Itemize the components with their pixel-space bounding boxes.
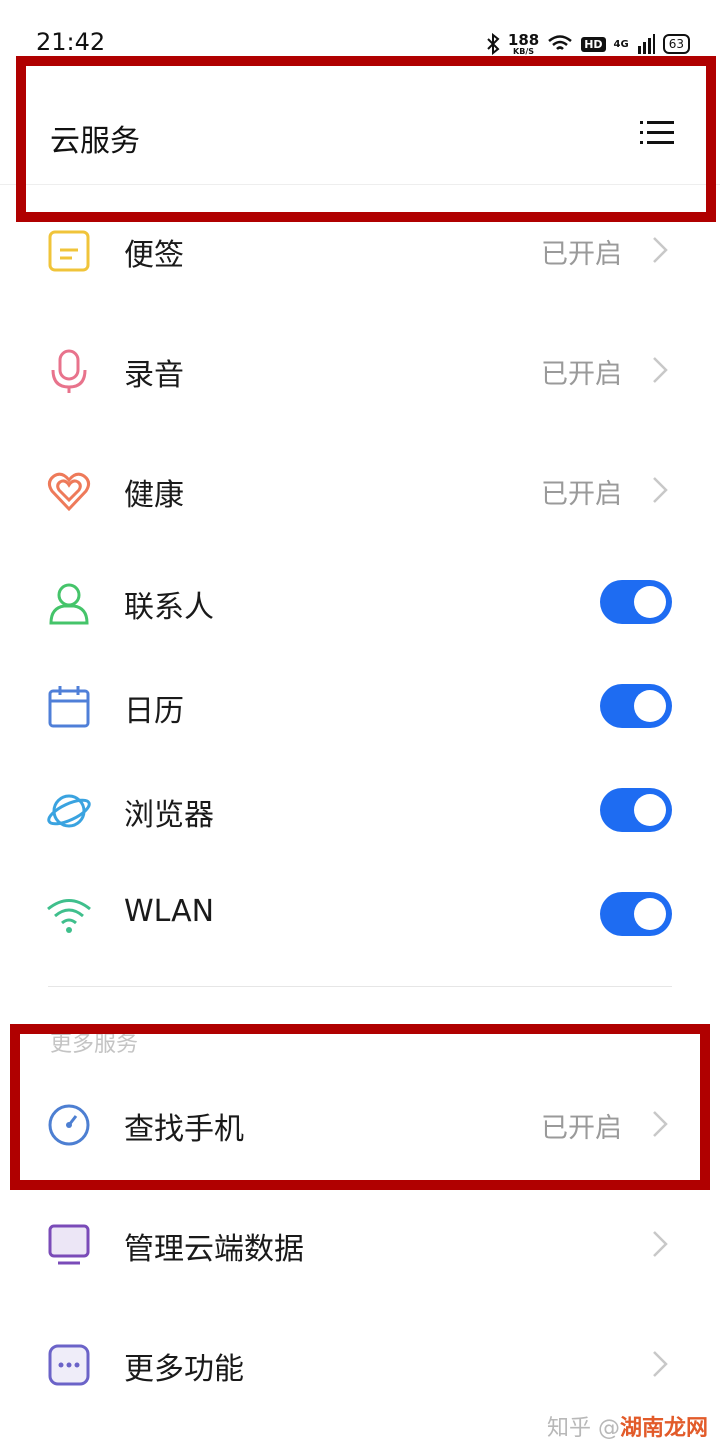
watermark: 知乎 @湖南龙网 (547, 1410, 708, 1442)
chevron-right-icon (653, 1351, 668, 1377)
calendar-sync-toggle[interactable] (600, 684, 672, 728)
network-speed: 188 KB/S (507, 30, 540, 56)
sync-item-status: 已开启 (541, 239, 622, 270)
sync-item-recording[interactable]: 录音 已开启 (0, 318, 720, 422)
sync-item-label: 浏览器 (124, 798, 214, 833)
more-item-label: 管理云端数据 (124, 1232, 304, 1267)
browser-sync-toggle[interactable] (600, 788, 672, 832)
app-header: 云服务 (0, 60, 720, 185)
find-phone-icon (48, 1104, 90, 1146)
section-divider (48, 986, 672, 987)
wifi-icon (47, 899, 91, 933)
heart-icon (47, 472, 91, 512)
toggle-knob (634, 794, 666, 826)
wifi-status-icon (548, 35, 572, 50)
sync-item-browser: 浏览器 (0, 758, 720, 862)
more-item-label: 查找手机 (124, 1112, 244, 1147)
page-title: 云服务 (50, 124, 140, 159)
contact-icon (49, 583, 89, 625)
toggle-knob (634, 586, 666, 618)
notes-icon (48, 230, 90, 272)
battery-indicator: 63 (662, 34, 690, 54)
status-bar: 21:42 188 KB/S HD 4G 63 (0, 0, 720, 60)
status-time: 21:42 (36, 28, 106, 56)
contacts-sync-toggle[interactable] (600, 580, 672, 624)
more-dots-icon (48, 1344, 90, 1386)
chevron-right-icon (653, 1231, 668, 1257)
chevron-right-icon (653, 1111, 668, 1137)
sync-item-label: WLAN (124, 894, 215, 929)
sync-item-calendar: 日历 (0, 654, 720, 758)
calendar-icon (48, 686, 90, 728)
list-menu-icon[interactable] (640, 116, 674, 150)
chevron-right-icon (653, 477, 668, 503)
sync-item-status: 已开启 (541, 359, 622, 390)
more-item-manage-cloud-data[interactable]: 管理云端数据 (0, 1192, 720, 1296)
hd-badge: HD (581, 36, 606, 52)
sync-item-label: 日历 (124, 694, 184, 729)
sync-item-label: 录音 (124, 358, 184, 393)
more-item-status: 已开启 (541, 1113, 622, 1144)
sync-item-health[interactable]: 健康 已开启 (0, 438, 720, 542)
chevron-right-icon (653, 357, 668, 383)
chevron-right-icon (653, 237, 668, 263)
more-item-label: 更多功能 (124, 1352, 244, 1387)
more-item-find-phone[interactable]: 查找手机 已开启 (0, 1072, 720, 1176)
signal-strength-icon (637, 34, 655, 54)
toggle-knob (634, 898, 666, 930)
signal-4g-label: 4G (613, 38, 629, 50)
monitor-icon (48, 1224, 90, 1265)
sync-item-contacts: 联系人 (0, 550, 720, 654)
microphone-icon (51, 349, 87, 393)
sync-item-label: 联系人 (124, 590, 214, 625)
status-icons: 188 KB/S HD 4G 63 (486, 28, 690, 60)
network-speed-value: 188 (507, 30, 540, 49)
toggle-knob (634, 690, 666, 722)
network-speed-unit: KB/S (513, 46, 535, 56)
sync-item-wlan: WLAN (0, 862, 720, 966)
watermark-prefix: 知乎 @ (546, 1416, 620, 1441)
sync-item-notes[interactable]: 便签 已开启 (0, 198, 720, 302)
browser-planet-icon (47, 794, 91, 828)
section-title-more-services: 更多服务 (50, 1032, 139, 1057)
more-item-more-features[interactable]: 更多功能 (0, 1312, 720, 1416)
bluetooth-icon (487, 33, 500, 55)
sync-item-label: 便签 (124, 238, 184, 273)
sync-item-status: 已开启 (541, 479, 622, 510)
watermark-brand: 湖南龙网 (619, 1416, 708, 1441)
sync-item-label: 健康 (124, 478, 184, 513)
wlan-sync-toggle[interactable] (600, 892, 672, 936)
